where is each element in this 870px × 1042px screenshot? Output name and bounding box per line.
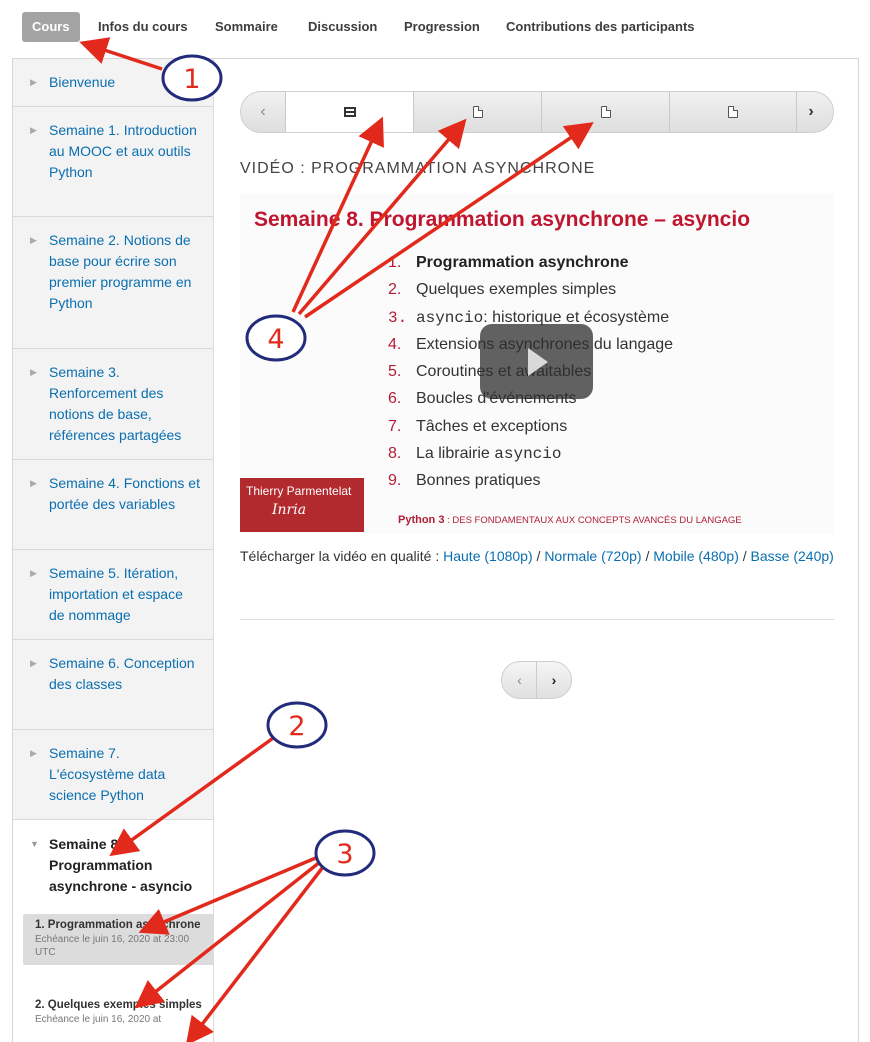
chevron-right-icon: ▶: [30, 568, 37, 578]
chevron-right-icon: ▶: [30, 367, 37, 377]
outline-item: 7. Tâches et exceptions: [388, 417, 568, 435]
download-basse-link[interactable]: Basse (240p): [751, 548, 834, 564]
chapter-semaine-3[interactable]: ▶ Semaine 3. Renforcement des notions de…: [13, 349, 213, 460]
video-icon: [343, 107, 356, 117]
next-unit-button[interactable]: ›: [536, 662, 571, 698]
course-tabs: Cours Infos du cours Sommaire Discussion…: [0, 0, 870, 56]
chevron-right-icon: ▶: [30, 748, 37, 758]
chapter-label: Bienvenue: [49, 74, 116, 90]
document-icon: [472, 106, 483, 118]
chapter-semaine-1[interactable]: ▶ Semaine 1. Introduction au MOOC et aux…: [13, 107, 213, 217]
sequence-nav: ‹ ›: [240, 91, 834, 133]
chapter-label: Semaine 5. Itération, importation et esp…: [49, 565, 183, 623]
document-icon: [728, 106, 738, 118]
chapter-label: Semaine 7. L'écosystème data science Pyt…: [49, 745, 166, 803]
download-haute-link[interactable]: Haute (1080p): [443, 548, 533, 564]
tab-discussion[interactable]: Discussion: [298, 12, 387, 42]
sequence-due-date: Echéance le juin 16, 2020 at: [35, 1014, 162, 1025]
previous-unit-button[interactable]: ‹: [241, 92, 285, 132]
outline-item: 2. Quelques exemples simples: [388, 281, 617, 299]
chapter-semaine-5[interactable]: ▶ Semaine 5. Itération, importation et e…: [13, 550, 213, 640]
chevron-right-icon: ▶: [30, 125, 37, 135]
chevron-right-icon: ▶: [30, 658, 37, 668]
chapter-label: Semaine 2. Notions de base pour écrire s…: [49, 232, 192, 311]
unit-tab-problem[interactable]: [669, 92, 797, 132]
unit-tab-problem[interactable]: [541, 92, 669, 132]
chapter-semaine-6[interactable]: ▶ Semaine 6. Conception des classes: [13, 640, 213, 730]
document-icon: [600, 106, 611, 118]
chevron-right-icon: ▶: [30, 77, 37, 87]
unit-tab-problem[interactable]: [413, 92, 541, 132]
video-player[interactable]: Semaine 8. Programmation asynchrone – as…: [240, 193, 834, 533]
chapter-semaine-7[interactable]: ▶ Semaine 7. L'écosystème data science P…: [13, 730, 213, 820]
chapter-label: Semaine 8. Programmation asynchrone - as…: [49, 836, 193, 894]
play-button[interactable]: [480, 324, 593, 399]
download-mobile-link[interactable]: Mobile (480p): [653, 548, 739, 564]
sequence-title: 1. Programmation asynchrone: [35, 919, 201, 931]
chapter-label: Semaine 3. Renforcement des notions de b…: [49, 364, 182, 443]
chapter-semaine-4[interactable]: ▶ Semaine 4. Fonctions et portée des var…: [13, 460, 213, 550]
chapter-label: Semaine 4. Fonctions et portée des varia…: [49, 475, 200, 512]
bottom-unit-nav: ‹ ›: [501, 661, 572, 699]
divider: [240, 619, 834, 620]
course-outline-sidebar: ▶ Bienvenue ▶ Semaine 1. Introduction au…: [13, 59, 214, 1042]
sequence-due-date: Echéance le juin 16, 2020 at 23:00 UTC: [35, 934, 190, 958]
speaker-banner: Thierry Parmentelat Inria: [240, 478, 364, 532]
slide-title: Semaine 8. Programmation asynchrone – as…: [254, 208, 751, 231]
chevron-down-icon: ▼: [30, 839, 39, 849]
unit-title: VIDÉO : PROGRAMMATION ASYNCHRONE: [240, 160, 596, 177]
sequence-item[interactable]: 1. Programmation asynchrone Echéance le …: [23, 914, 213, 965]
previous-unit-button[interactable]: ‹: [502, 662, 537, 698]
tab-infos-du-cours[interactable]: Infos du cours: [88, 12, 198, 42]
tab-contributions[interactable]: Contributions des participants: [496, 12, 705, 42]
next-unit-button[interactable]: ›: [789, 92, 833, 132]
chapter-bienvenue[interactable]: ▶ Bienvenue: [13, 59, 213, 107]
download-label: Télécharger la vidéo en qualité :: [240, 548, 444, 564]
inria-logo: Inria: [272, 502, 307, 518]
chapter-semaine-2[interactable]: ▶ Semaine 2. Notions de base pour écrire…: [13, 217, 213, 349]
tab-cours[interactable]: Cours: [22, 12, 80, 42]
outline-item: 9. Bonnes pratiques: [388, 472, 541, 490]
outline-item: 1. Programmation asynchrone: [388, 254, 629, 271]
chevron-right-icon: ▶: [30, 235, 37, 245]
slide-footer: Python 3 : DES FONDAMENTAUX AUX CONCEPTS…: [398, 514, 742, 526]
chapter-label: Semaine 1. Introduction au MOOC et aux o…: [49, 122, 197, 180]
outline-item: 8. La librairie asyncio: [388, 445, 562, 464]
chapter-label: Semaine 6. Conception des classes: [49, 655, 195, 692]
sequence-item[interactable]: 2. Quelques exemples simples Echéance le…: [23, 994, 213, 1032]
download-normale-link[interactable]: Normale (720p): [544, 548, 641, 564]
video-download-links: Télécharger la vidéo en qualité : Haute …: [240, 548, 834, 564]
sequence-title: 2. Quelques exemples simples: [35, 999, 202, 1011]
tab-sommaire[interactable]: Sommaire: [205, 12, 288, 42]
chevron-right-icon: ▶: [30, 478, 37, 488]
speaker-name: Thierry Parmentelat: [246, 484, 352, 498]
tab-progression[interactable]: Progression: [394, 12, 490, 42]
unit-tab-video[interactable]: [285, 92, 413, 132]
